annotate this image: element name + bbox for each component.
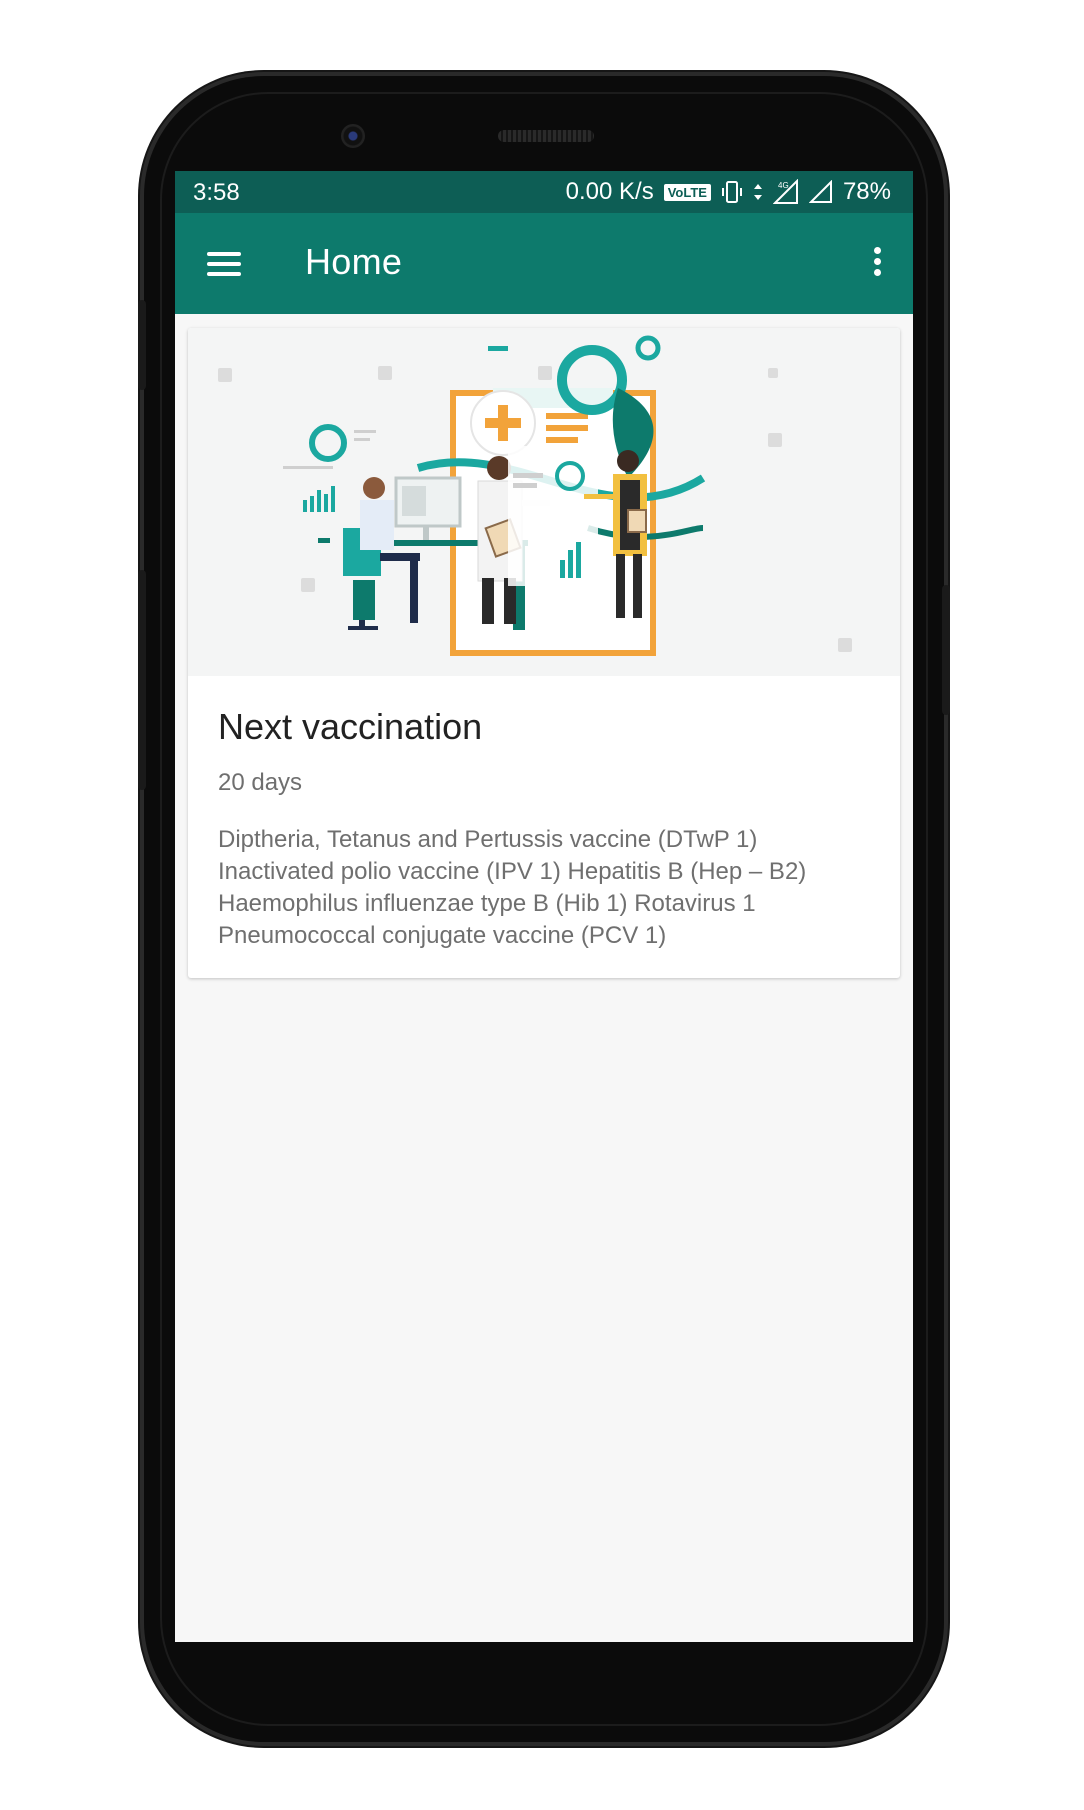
- volume-button: [138, 300, 146, 390]
- signal-icon: [808, 180, 833, 204]
- front-camera: [341, 124, 365, 148]
- signal-4g-icon: 4G: [772, 179, 799, 205]
- hamburger-menu-icon[interactable]: [207, 246, 243, 282]
- power-button: [942, 585, 950, 715]
- volume-rocker: [138, 570, 146, 790]
- medical-team-illustration: [188, 328, 900, 676]
- status-bar: 3:58 0.00 K/s VoLTE 4G 78%: [175, 171, 913, 213]
- data-arrows-icon: [753, 180, 763, 204]
- status-time: 3:58: [193, 179, 240, 206]
- vaccine-list: Diptheria, Tetanus and Pertussis vaccine…: [218, 826, 807, 949]
- battery-percentage: 78%: [842, 178, 891, 205]
- screen: 3:58 0.00 K/s VoLTE 4G 78% Home Next vac…: [175, 171, 913, 1642]
- more-vert-icon[interactable]: [867, 243, 887, 283]
- svg-text:4G: 4G: [778, 181, 789, 190]
- network-speed: 0.00 K/s: [565, 178, 654, 205]
- volte-badge: VoLTE: [663, 183, 711, 201]
- card-title: Next vaccination: [218, 706, 483, 747]
- vibrate-icon: [721, 180, 743, 204]
- app-bar: Home: [175, 213, 913, 314]
- next-vaccination-card[interactable]: Next vaccination 20 days Diptheria, Teta…: [188, 328, 900, 978]
- days-remaining: 20 days: [218, 769, 303, 796]
- status-icons: 0.00 K/s VoLTE 4G 78%: [566, 178, 891, 206]
- page-title: Home: [305, 241, 403, 282]
- earpiece-speaker: [498, 130, 594, 142]
